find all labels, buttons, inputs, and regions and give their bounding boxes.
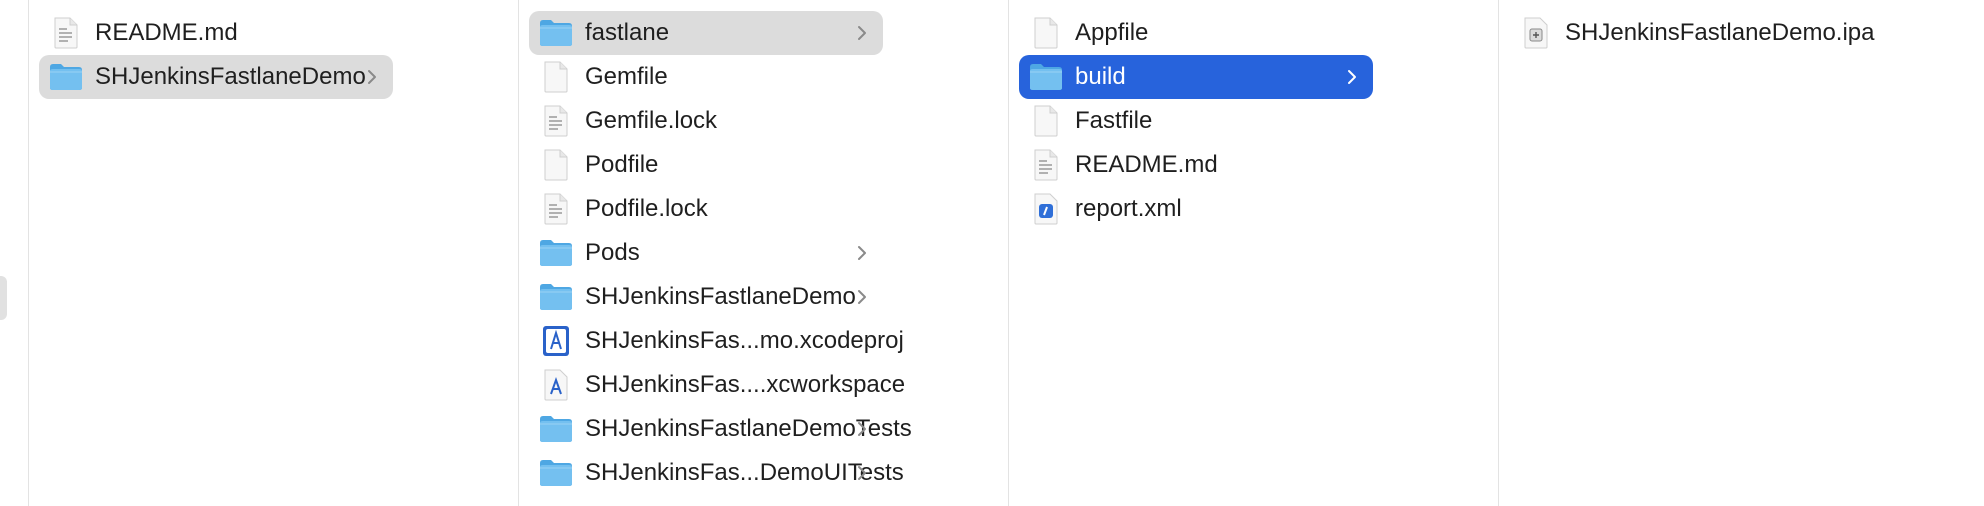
item-label: SHJenkinsFastlaneDemo [95, 63, 366, 90]
text-document-icon [539, 104, 573, 138]
item-label: Fastfile [1075, 107, 1153, 134]
file-row-readme-md[interactable]: README.md [39, 11, 393, 55]
chevron-right-icon [851, 241, 873, 265]
item-label: SHJenkinsFas....xcworkspace [585, 371, 906, 398]
file-row-podfile[interactable]: Podfile [529, 143, 883, 187]
text-document-icon [49, 16, 83, 50]
ipa-archive-icon [1519, 16, 1553, 50]
chevron-right-icon [851, 461, 873, 485]
item-label: SHJenkinsFas...mo.xcodeproj [585, 327, 904, 354]
item-label: Pods [585, 239, 640, 266]
item-label: Podfile.lock [585, 195, 708, 222]
browser-column-2: fastlane Gemfile Gemfile.lock Podfile Po… [519, 0, 1008, 506]
xml-document-icon [1029, 192, 1063, 226]
chevron-right-icon [851, 285, 873, 309]
folder-row-shjenkinsfastlanedemotests[interactable]: SHJenkinsFastlaneDemoTests [529, 407, 912, 451]
file-row-readme-md[interactable]: README.md [1019, 143, 1373, 187]
folder-icon [1029, 60, 1063, 94]
folder-row-build[interactable]: build [1019, 55, 1373, 99]
file-row-shjenkinsfas-mo-xcodeproj[interactable]: SHJenkinsFas...mo.xcodeproj [529, 319, 904, 363]
file-row-gemfile[interactable]: Gemfile [529, 55, 883, 99]
blank-document-icon [539, 60, 573, 94]
chevron-right-icon [361, 65, 383, 89]
chevron-right-icon [851, 21, 873, 45]
item-label: report.xml [1075, 195, 1182, 222]
file-row-appfile[interactable]: Appfile [1019, 11, 1373, 55]
item-label: fastlane [585, 19, 670, 46]
blank-document-icon [1029, 104, 1063, 138]
folder-icon [539, 280, 573, 314]
folder-icon [539, 412, 573, 446]
folder-icon [539, 236, 573, 270]
folder-row-fastlane[interactable]: fastlane [529, 11, 883, 55]
item-label: Appfile [1075, 19, 1149, 46]
text-document-icon [1029, 148, 1063, 182]
file-row-podfile-lock[interactable]: Podfile.lock [529, 187, 883, 231]
folder-row-shjenkinsfas-demouitests[interactable]: SHJenkinsFas...DemoUITests [529, 451, 904, 495]
file-row-shjenkinsfas-xcworkspace[interactable]: SHJenkinsFas....xcworkspace [529, 363, 905, 407]
item-label: Gemfile [585, 63, 668, 90]
folder-row-shjenkinsfastlanedemo[interactable]: SHJenkinsFastlaneDemo [39, 55, 393, 99]
file-row-gemfile-lock[interactable]: Gemfile.lock [529, 99, 883, 143]
browser-column-4: SHJenkinsFastlaneDemo.ipa [1499, 0, 1984, 506]
item-label: SHJenkinsFastlaneDemo [585, 283, 856, 310]
folder-icon [49, 60, 83, 94]
text-document-icon [539, 192, 573, 226]
item-label: build [1075, 63, 1126, 90]
chevron-right-icon [1341, 65, 1363, 89]
file-row-report-xml[interactable]: report.xml [1019, 187, 1373, 231]
folder-icon [539, 16, 573, 50]
browser-column-1: README.md SHJenkinsFastlaneDemo [29, 0, 518, 506]
item-label: SHJenkinsFastlaneDemo.ipa [1565, 19, 1875, 46]
item-label: README.md [95, 19, 238, 46]
chevron-right-icon [851, 417, 873, 441]
item-label: Podfile [585, 151, 659, 178]
folder-row-shjenkinsfastlanedemo[interactable]: SHJenkinsFastlaneDemo [529, 275, 883, 319]
item-label: Gemfile.lock [585, 107, 718, 134]
folder-row-pods[interactable]: Pods [529, 231, 883, 275]
file-row-fastfile[interactable]: Fastfile [1019, 99, 1373, 143]
column-resize-handle[interactable] [0, 276, 7, 320]
blank-document-icon [539, 148, 573, 182]
file-row-shjenkinsfastlanedemo-ipa[interactable]: SHJenkinsFastlaneDemo.ipa [1509, 11, 1874, 55]
browser-column-3: Appfile build Fastfile README.md report.… [1009, 0, 1498, 506]
xcodeproj-icon [539, 324, 573, 358]
xcworkspace-icon [539, 368, 573, 402]
item-label: README.md [1075, 151, 1218, 178]
folder-icon [539, 456, 573, 490]
blank-document-icon [1029, 16, 1063, 50]
